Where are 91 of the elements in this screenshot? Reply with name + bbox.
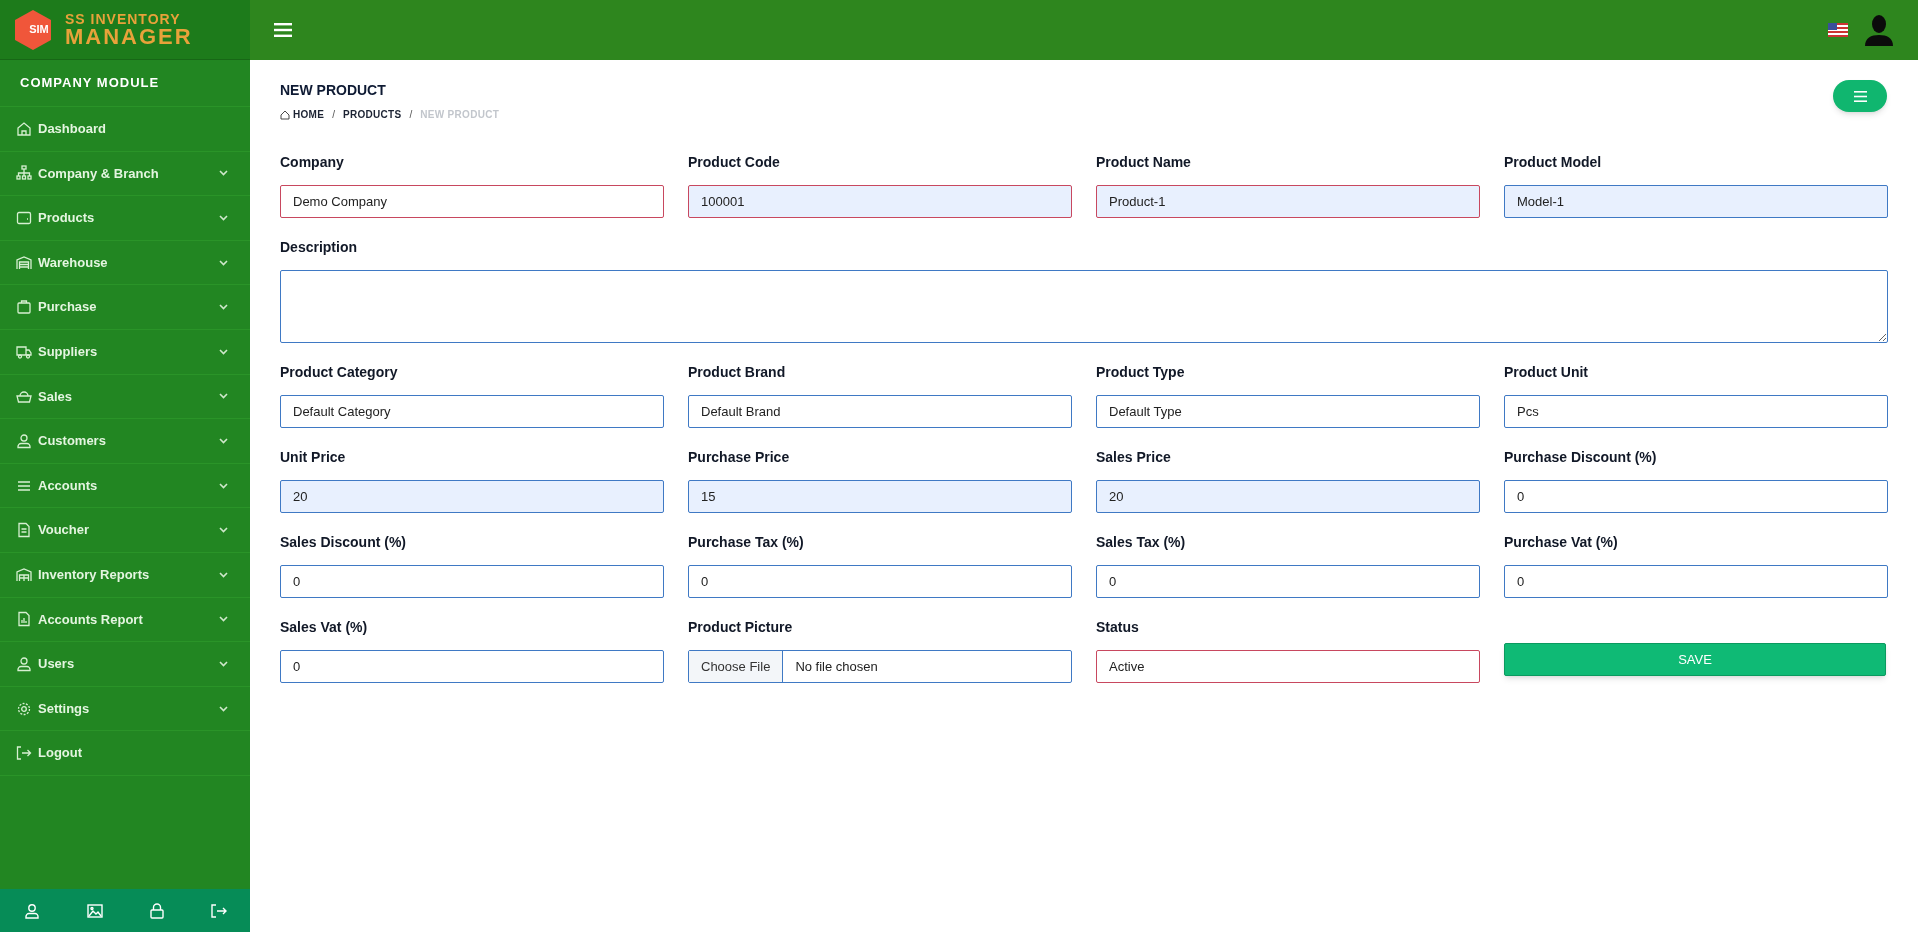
user-icon[interactable] xyxy=(23,902,40,919)
sidebar-item[interactable]: Inventory Reports xyxy=(0,552,250,598)
sidebar-item[interactable]: Warehouse xyxy=(0,240,250,286)
field-label: Product Type xyxy=(1096,363,1186,382)
input-field[interactable]: 20 xyxy=(280,480,664,513)
field-label: Sales Discount (%) xyxy=(280,533,408,552)
input-field[interactable]: Product-1 xyxy=(1096,185,1480,218)
warehouse-icon xyxy=(16,254,32,271)
input-field[interactable]: 0 xyxy=(1096,565,1480,598)
wallet-icon xyxy=(16,210,32,226)
input-field[interactable]: Default Category xyxy=(280,395,664,428)
truck-icon xyxy=(16,343,32,360)
field-label: Purchase Vat (%) xyxy=(1504,533,1619,552)
image-icon[interactable] xyxy=(86,903,103,918)
lock-icon[interactable] xyxy=(149,902,164,919)
basket-icon xyxy=(16,388,32,405)
logo-text: SS INVENTORY xyxy=(65,11,182,26)
input-field[interactable]: 0 xyxy=(688,565,1072,598)
logo-text: MANAGER xyxy=(65,25,193,48)
field-label: Sales Price xyxy=(1096,448,1172,467)
bag-icon xyxy=(16,299,32,316)
field-label: Product Code xyxy=(688,153,781,172)
field-label: Purchase Discount (%) xyxy=(1504,448,1658,467)
list-icon xyxy=(1853,90,1867,102)
field-label: Product Unit xyxy=(1504,363,1589,382)
breadcrumb-link[interactable]: HOME xyxy=(293,107,325,122)
sidebar-item[interactable]: Purchase xyxy=(0,285,250,330)
sidebar-item[interactable]: Accounts xyxy=(0,463,250,509)
field-label: Product Brand xyxy=(688,363,787,382)
file-name-text: No file chosen xyxy=(794,657,879,676)
sidebar-item[interactable]: Dashboard xyxy=(0,107,250,152)
sidebar-item[interactable]: Settings xyxy=(0,686,250,732)
breadcrumb-separator: / xyxy=(332,108,335,122)
sidebar-item[interactable]: Products xyxy=(0,196,250,241)
user-icon xyxy=(16,432,32,449)
sidebar-item[interactable]: Users xyxy=(0,642,250,687)
input-field[interactable]: Pcs xyxy=(1504,395,1888,428)
sidebar-title: COMPANY MODULE xyxy=(20,74,160,93)
input-field[interactable]: Demo Company xyxy=(280,185,664,218)
input-field[interactable]: Active xyxy=(1096,650,1480,683)
hexagon-logo-icon xyxy=(15,9,51,50)
document-icon xyxy=(16,522,32,539)
input-field[interactable]: 20 xyxy=(1096,480,1480,513)
logout-icon[interactable] xyxy=(210,903,227,918)
home-icon xyxy=(280,109,290,120)
sidebar-item[interactable]: Voucher xyxy=(0,508,250,553)
sidebar-item[interactable]: Company & Branch xyxy=(0,151,250,197)
avatar-silhouette-icon[interactable] xyxy=(1864,14,1894,46)
sidebar-item[interactable]: Customers xyxy=(0,419,250,464)
field-label: Product Name xyxy=(1096,153,1192,172)
input-field[interactable]: 0 xyxy=(280,565,664,598)
input-field[interactable]: 0 xyxy=(280,650,664,683)
breadcrumb-link[interactable]: PRODUCTS xyxy=(343,107,402,122)
home-icon xyxy=(16,120,32,137)
logout-icon xyxy=(16,745,32,762)
settings-icon xyxy=(16,700,32,717)
field-label: Status xyxy=(1096,618,1140,637)
list-menu-button[interactable] xyxy=(1833,80,1887,112)
input-field[interactable]: 0 xyxy=(1504,480,1888,513)
sidebar-item[interactable]: Suppliers xyxy=(0,329,250,375)
sidebar-item[interactable]: Sales xyxy=(0,374,250,420)
sitemap-icon xyxy=(16,165,32,182)
menu-icon[interactable] xyxy=(274,22,292,38)
file-input-field[interactable]: Choose File No file chosen xyxy=(688,650,1072,683)
field-label: Unit Price xyxy=(280,448,347,467)
input-field[interactable]: 15 xyxy=(688,480,1072,513)
input-field[interactable]: 100001 xyxy=(688,185,1072,218)
sidebar-item[interactable]: Accounts Report xyxy=(0,597,250,643)
choose-file-button[interactable]: Choose File xyxy=(689,651,784,682)
input-field[interactable]: Model-1 xyxy=(1504,185,1888,218)
field-label: Product Picture xyxy=(688,618,794,637)
field-label: Product Category xyxy=(280,363,399,382)
user-icon xyxy=(16,655,32,672)
field-label: Sales Tax (%) xyxy=(1096,533,1187,552)
text-area-field[interactable] xyxy=(280,270,1888,343)
field-label: Company xyxy=(280,153,345,172)
flag-icon[interactable] xyxy=(1828,23,1848,37)
page-title: NEW PRODUCT xyxy=(280,81,387,100)
field-label: Product Model xyxy=(1504,153,1603,172)
field-label: Sales Vat (%) xyxy=(280,618,369,637)
logo-badge-text: SIM xyxy=(28,22,50,38)
sidebar-item[interactable]: Logout xyxy=(0,731,250,776)
field-label: Purchase Tax (%) xyxy=(688,533,805,552)
input-field[interactable]: Default Type xyxy=(1096,395,1480,428)
warehouse-icon xyxy=(16,566,32,583)
input-field[interactable]: 0 xyxy=(1504,565,1888,598)
input-field[interactable]: Default Brand xyxy=(688,395,1072,428)
breadcrumb-separator: / xyxy=(409,108,413,122)
field-label: Description xyxy=(280,238,358,257)
field-label: Purchase Price xyxy=(688,448,791,467)
report-file-icon xyxy=(16,611,32,628)
